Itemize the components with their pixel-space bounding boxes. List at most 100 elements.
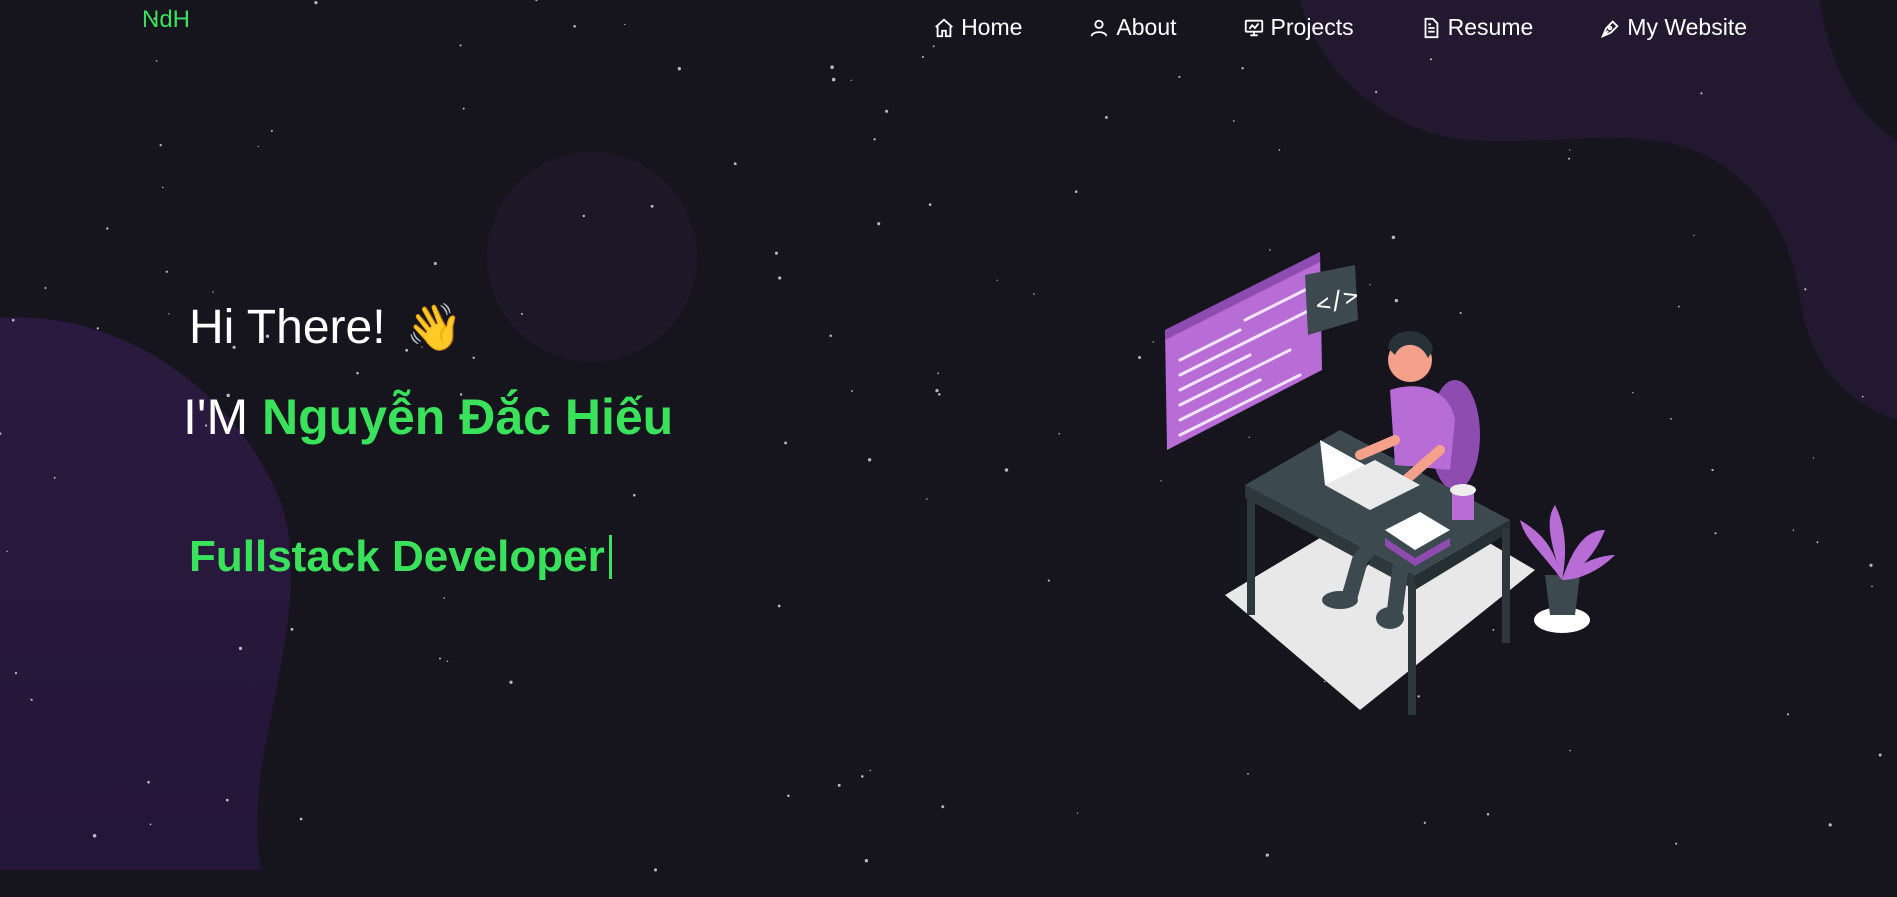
home-icon — [933, 17, 955, 39]
star — [582, 214, 586, 218]
star — [1700, 92, 1703, 95]
star — [850, 390, 853, 392]
star — [433, 261, 437, 266]
star — [446, 660, 449, 663]
star — [677, 67, 681, 71]
star — [1871, 585, 1873, 588]
star — [784, 441, 788, 445]
star — [867, 458, 872, 462]
star — [778, 276, 782, 280]
star — [873, 138, 876, 141]
star — [1429, 58, 1432, 61]
star — [1804, 288, 1807, 291]
brand-logo[interactable]: NdH — [142, 6, 190, 34]
nav-projects[interactable]: Projects — [1243, 10, 1354, 45]
star — [938, 393, 941, 396]
nav-resume-label: Resume — [1447, 14, 1534, 40]
star — [829, 334, 832, 337]
star — [885, 109, 889, 113]
star — [6, 550, 8, 553]
star — [1004, 468, 1009, 472]
nav-resume[interactable]: Resume — [1420, 10, 1534, 45]
star — [1861, 395, 1864, 398]
document-icon — [1420, 17, 1442, 39]
nav-my-website-label: My Website — [1627, 14, 1747, 40]
star — [1247, 773, 1249, 775]
star — [147, 780, 150, 784]
star — [299, 817, 303, 821]
pen-icon — [1599, 17, 1621, 39]
star — [314, 0, 318, 5]
star — [1265, 853, 1269, 857]
star — [1714, 532, 1717, 535]
developer-name: Nguyễn Đắc Hiếu — [262, 389, 674, 445]
star — [96, 327, 99, 330]
star — [1241, 67, 1244, 70]
star — [926, 498, 928, 500]
star — [935, 388, 939, 393]
nav-home[interactable]: Home — [933, 10, 1022, 45]
star — [928, 203, 932, 206]
star — [831, 77, 836, 82]
star — [1058, 432, 1061, 435]
star — [1104, 115, 1108, 119]
nav-about-label: About — [1116, 14, 1177, 40]
star — [1816, 541, 1819, 544]
star — [106, 227, 109, 230]
star — [1178, 75, 1181, 78]
main-nav: Home About Projects Resume My Website — [933, 10, 1747, 45]
star — [937, 372, 940, 375]
star — [996, 279, 998, 281]
star — [941, 805, 945, 809]
star — [1670, 418, 1672, 420]
star — [162, 186, 164, 189]
star — [1568, 157, 1571, 160]
star — [650, 204, 654, 208]
star — [1374, 90, 1378, 94]
star — [774, 251, 779, 255]
star — [1632, 392, 1634, 394]
star — [149, 823, 152, 826]
greeting-heading: Hi There! 👋 — [189, 300, 463, 355]
typing-cursor — [608, 535, 612, 579]
star — [238, 646, 243, 651]
waving-hand-icon: 👋 — [405, 300, 463, 354]
star — [257, 145, 259, 148]
star — [30, 698, 33, 701]
star — [653, 868, 658, 872]
nav-about[interactable]: About — [1088, 10, 1177, 45]
star — [1786, 713, 1789, 716]
developer-illustration: </> — [1165, 252, 1615, 715]
star — [1711, 468, 1714, 472]
star — [1828, 823, 1832, 827]
star — [864, 859, 869, 863]
star — [155, 60, 158, 62]
star — [921, 55, 924, 59]
star — [787, 794, 790, 798]
star — [633, 493, 636, 497]
star — [1792, 529, 1795, 531]
star — [1693, 234, 1695, 237]
star — [932, 45, 935, 48]
nav-home-label: Home — [961, 14, 1023, 40]
star — [1278, 149, 1281, 151]
star — [1678, 305, 1680, 308]
star — [837, 783, 841, 787]
name-heading: I'M Nguyễn Đắc Hiếu — [183, 388, 673, 446]
greeting-text: Hi There! — [189, 301, 386, 354]
star — [535, 0, 538, 2]
star — [1675, 842, 1678, 845]
star — [439, 657, 441, 660]
star — [520, 312, 523, 315]
star — [1076, 812, 1079, 814]
intro-prefix: I'M — [183, 389, 249, 445]
star — [459, 44, 462, 47]
star — [270, 129, 273, 132]
star — [1569, 149, 1571, 151]
star — [462, 107, 465, 110]
nav-my-website[interactable]: My Website — [1599, 10, 1747, 45]
star — [777, 604, 781, 608]
star — [44, 286, 47, 290]
star — [877, 222, 881, 226]
projects-icon — [1243, 17, 1265, 39]
